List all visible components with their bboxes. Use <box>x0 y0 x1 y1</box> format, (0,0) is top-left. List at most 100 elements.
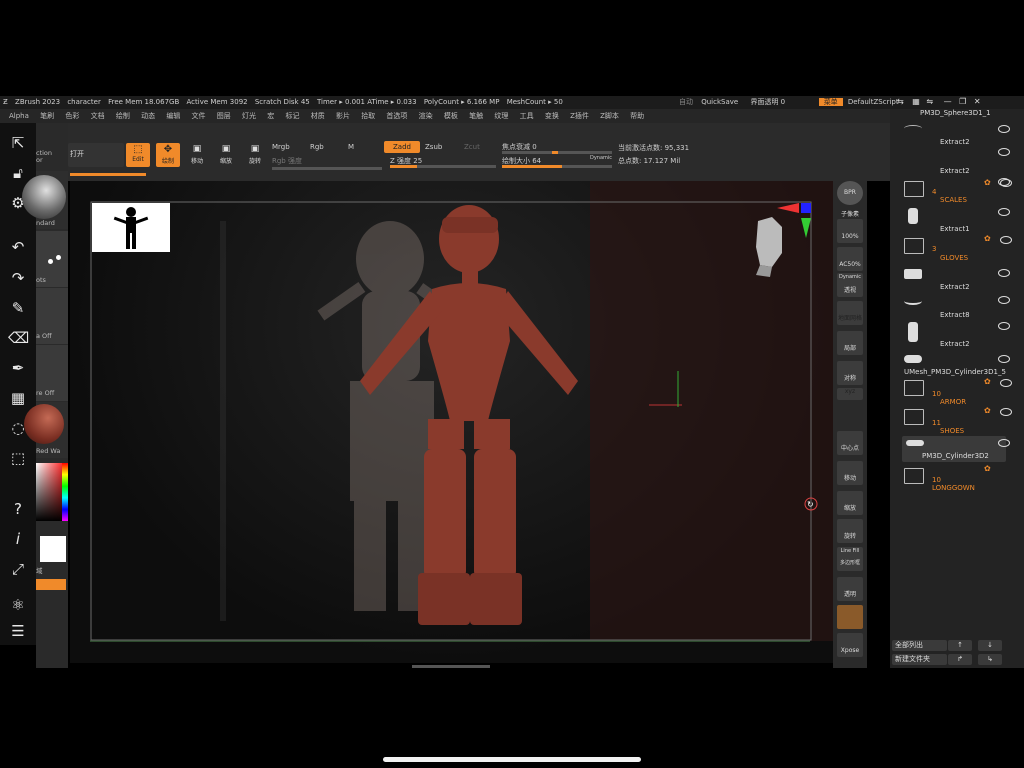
zcut-button[interactable]: Zcut <box>464 143 480 151</box>
move-mode-button[interactable]: ▣ 移动 <box>186 143 208 167</box>
visibility-eye-icon[interactable] <box>998 148 1010 156</box>
folder-icon[interactable] <box>904 468 924 484</box>
menu-item[interactable]: Z脚本 <box>600 112 619 120</box>
layout-icon[interactable]: ⇆ <box>897 97 904 106</box>
undo-icon[interactable]: ↶ <box>8 237 28 257</box>
subtool-item[interactable]: Extract2 <box>940 138 1024 146</box>
visibility-eye-icon[interactable] <box>998 269 1010 277</box>
folder-name[interactable]: SHOES <box>940 427 964 435</box>
subtool-item[interactable]: PM3D_Sphere3D1_1 <box>920 109 1024 117</box>
menu-item[interactable]: 材质 <box>311 112 325 120</box>
eraser-icon[interactable]: ⌫ <box>8 328 29 348</box>
menu-item[interactable]: 图层 <box>217 112 231 120</box>
folder-eye-icon[interactable] <box>1000 408 1012 416</box>
move-button[interactable]: 移动 <box>837 461 863 485</box>
menu-item[interactable]: 变换 <box>545 112 559 120</box>
visibility-eye-icon[interactable] <box>998 439 1010 447</box>
rgb-strength-slider[interactable]: Rgb 强度 <box>272 156 302 166</box>
menu-item[interactable]: Alpha <box>9 112 29 120</box>
redo-icon[interactable]: ↷ <box>8 268 28 288</box>
swatch-toggle[interactable] <box>36 579 66 590</box>
stroke-slot[interactable]: ots <box>36 231 68 287</box>
folder-icon[interactable] <box>904 238 924 254</box>
hamburger-menu-icon[interactable]: ☰ <box>8 621 28 641</box>
hue-strip[interactable] <box>62 463 68 521</box>
folder-gear-icon[interactable]: ✿ <box>984 178 991 187</box>
list-all-button[interactable]: 全部列出 <box>892 640 947 651</box>
center-point-button[interactable]: 中心点 <box>837 431 863 455</box>
folder-gear-icon[interactable]: ✿ <box>984 234 991 243</box>
selected-subtool-row[interactable]: PM3D_Cylinder3D2 <box>902 436 1010 462</box>
rgb-button[interactable]: Rgb <box>310 143 324 151</box>
menu-item[interactable]: 工具 <box>520 112 534 120</box>
move-down-icon[interactable]: ↓ <box>978 640 1002 651</box>
open-button[interactable]: 打开 <box>68 143 124 167</box>
menu-item[interactable]: 笔触 <box>469 112 483 120</box>
brush-icon[interactable]: ✎ <box>8 298 28 318</box>
home-indicator[interactable] <box>383 757 641 762</box>
zsub-button[interactable]: Zsub <box>425 143 442 151</box>
folder-icon[interactable] <box>904 181 924 197</box>
menu-item[interactable]: 帮助 <box>630 112 644 120</box>
visibility-eye-icon[interactable] <box>998 125 1010 133</box>
menu-item[interactable]: 拾取 <box>361 112 375 120</box>
dynamic-toggle[interactable]: Dynamic <box>590 155 612 161</box>
move-to-bottom-icon[interactable]: ↳ <box>978 654 1002 665</box>
subtool-item[interactable]: UMesh_PM3D_Cylinder3D1_5 <box>904 368 1022 376</box>
folder-eye-icon[interactable] <box>1000 179 1012 187</box>
alpha-slot[interactable]: a Off <box>36 288 68 344</box>
folder-icon[interactable] <box>904 409 924 425</box>
menu-item[interactable]: 标记 <box>285 112 299 120</box>
palette-icon[interactable]: ▦ <box>912 97 920 106</box>
primary-color-swatch[interactable] <box>40 536 66 562</box>
collapse-arrow-icon[interactable]: ⇱ <box>8 133 28 153</box>
subtool-item[interactable]: Extract1 <box>940 225 1024 233</box>
edit-mode-button[interactable]: ⬚ Edit <box>126 143 150 167</box>
ghost-button[interactable] <box>837 605 863 629</box>
folder-gear-icon[interactable]: ✿ <box>984 406 991 415</box>
transparent-button[interactable]: 透明 <box>837 577 863 601</box>
menu-item[interactable]: 灯光 <box>242 112 256 120</box>
menu-item[interactable]: 编辑 <box>166 112 180 120</box>
new-folder-button[interactable]: 新建文件夹 <box>892 654 947 665</box>
m-button[interactable]: M <box>348 143 354 151</box>
lock-icon[interactable]: 🔓︎ <box>8 163 28 183</box>
visibility-eye-icon[interactable] <box>998 208 1010 216</box>
folder-eye-icon[interactable] <box>1000 236 1012 244</box>
menu-item[interactable]: 影片 <box>336 112 350 120</box>
xpose-button[interactable]: Xpose <box>837 633 863 657</box>
folder-eye-icon[interactable] <box>1000 379 1012 387</box>
select-rect-icon[interactable]: ⬚ <box>8 448 28 468</box>
minimize-icon[interactable]: — <box>944 97 952 106</box>
menu-item[interactable]: 绘制 <box>116 112 130 120</box>
zoom-100-button[interactable]: 100% <box>837 219 863 243</box>
folder-name[interactable]: SCALES <box>940 196 967 204</box>
mrgb-button[interactable]: Mrgb <box>272 143 290 151</box>
subtool-item[interactable]: Extract2 <box>940 283 1024 291</box>
rotate-mode-button[interactable]: ▣ 旋转 <box>244 143 266 167</box>
restore-icon[interactable]: ❐ <box>959 97 966 106</box>
visibility-eye-icon[interactable] <box>998 322 1010 330</box>
menu-item[interactable]: 纹理 <box>494 112 508 120</box>
subtool-item[interactable]: Extract2 <box>940 167 1024 175</box>
silhouette-thumbnail[interactable] <box>92 203 170 252</box>
scale-button[interactable]: 缩放 <box>837 491 863 515</box>
menu-item[interactable]: 笔刷 <box>40 112 54 120</box>
zoom-ac50-button[interactable]: AC50% <box>837 247 863 271</box>
menu-item[interactable]: 渲染 <box>419 112 433 120</box>
subtool-item[interactable]: Extract2 <box>940 340 1024 348</box>
fullscreen-icon[interactable]: ⤢ <box>8 559 28 579</box>
rotate-button[interactable]: 旋转 <box>837 519 863 543</box>
swap-icon[interactable]: ⇋ <box>926 97 933 106</box>
folder-icon[interactable] <box>904 380 924 396</box>
3d-viewport[interactable]: ↻ <box>70 181 833 668</box>
symmetry-button[interactable]: 对称 <box>837 361 863 385</box>
menu-item[interactable]: 宏 <box>267 112 274 120</box>
perspective-button[interactable]: Dynamic 透视 <box>837 273 863 297</box>
folder-gear-icon[interactable]: ✿ <box>984 464 991 473</box>
folder-name[interactable]: GLOVES <box>940 254 968 262</box>
subtool-item[interactable]: Extract8 <box>940 311 1024 319</box>
move-up-icon[interactable]: ↑ <box>948 640 972 651</box>
quicksave-button[interactable]: QuickSave <box>701 98 738 106</box>
matcap-slot[interactable]: Red Wa <box>24 402 68 458</box>
